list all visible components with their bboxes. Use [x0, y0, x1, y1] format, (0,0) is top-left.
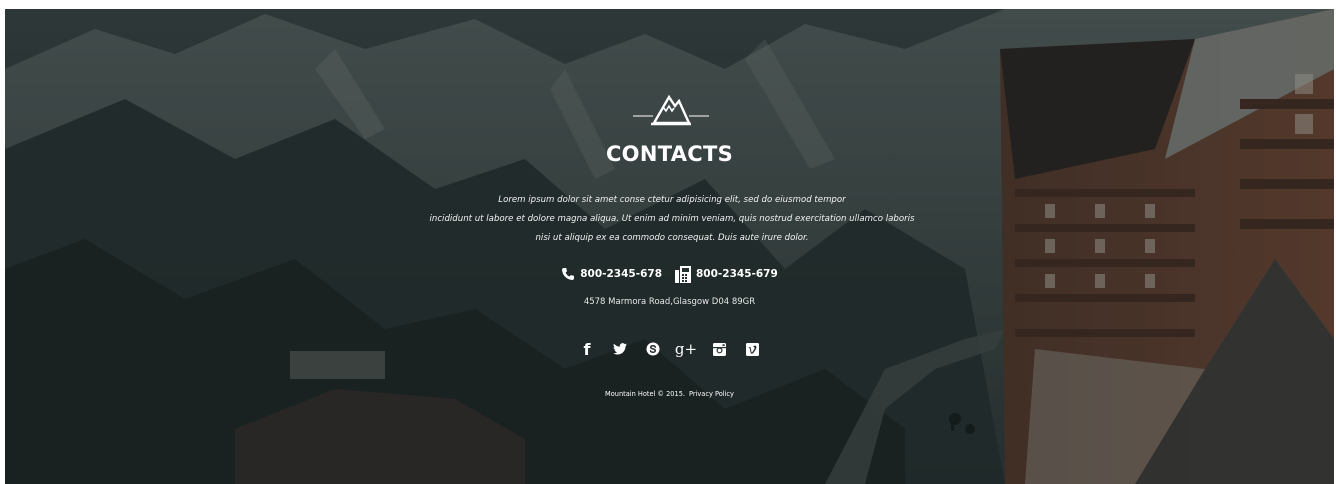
- fax-icon: [675, 265, 691, 283]
- phone-icon: [562, 268, 575, 280]
- address: 4578 Marmora Road,Glasgow D04 89GR: [583, 297, 756, 307]
- social-links: f g+: [5, 339, 1334, 359]
- footer: Mountain Hotel © 2015. Privacy Policy: [5, 390, 1334, 398]
- privacy-policy-link[interactable]: Privacy Policy: [689, 390, 734, 398]
- mountain-logo-icon: [633, 94, 709, 126]
- fax-number: 800-2345-679: [696, 268, 778, 280]
- description-line: incididunt ut labore et dolore magna ali…: [429, 214, 915, 224]
- contacts-section: CONTACTS Lorem ipsum dolor sit amet cons…: [5, 9, 1334, 484]
- google-plus-icon: g+: [674, 340, 698, 358]
- facebook-icon: f: [583, 339, 591, 359]
- description-line: Lorem ipsum dolor sit amet conse ctetur …: [498, 195, 846, 205]
- phone-number: 800-2345-678: [580, 268, 662, 280]
- google-plus-link[interactable]: g+: [674, 340, 698, 358]
- contacts-content: CONTACTS Lorem ipsum dolor sit amet cons…: [5, 9, 1334, 484]
- phone-item[interactable]: 800-2345-678: [561, 267, 662, 281]
- instagram-icon: [712, 342, 726, 356]
- vimeo-icon: [745, 342, 759, 356]
- section-description: Lorem ipsum dolor sit amet conse ctetur …: [425, 191, 919, 248]
- phone-numbers: 800-2345-678 800-2345-679: [5, 264, 1334, 284]
- copyright-text: Mountain Hotel © 2015.: [605, 390, 685, 398]
- skype-icon: [646, 342, 660, 356]
- fax-item[interactable]: 800-2345-679: [675, 265, 778, 283]
- section-title: CONTACTS: [605, 142, 734, 166]
- vimeo-link[interactable]: [744, 340, 760, 358]
- description-line: nisi ut aliquip ex ea commodo consequat.…: [535, 233, 809, 243]
- skype-link[interactable]: [645, 340, 661, 358]
- twitter-link[interactable]: [612, 340, 628, 358]
- facebook-link[interactable]: f: [579, 339, 595, 359]
- twitter-icon: [613, 343, 627, 355]
- instagram-link[interactable]: [711, 340, 727, 358]
